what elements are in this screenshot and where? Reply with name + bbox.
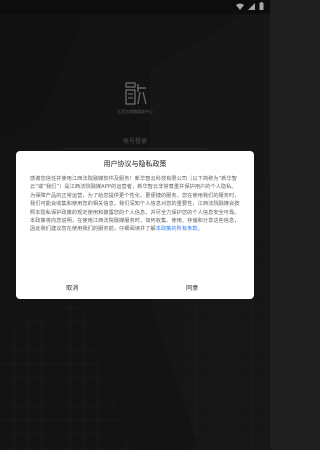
dialog-buttons: 取消 同意	[16, 277, 254, 299]
dialog-title: 用户协议与隐私政策	[103, 160, 167, 168]
cancel-button[interactable]: 取消	[66, 283, 78, 292]
privacy-dialog: 用户协议与隐私政策 感谢您信任并使用江西法院融媒软件及服务！新华智云科技有限公司…	[16, 151, 254, 299]
policy-link[interactable]: 本政策的所有条款。	[156, 226, 203, 232]
dialog-body-text: 感谢您信任并使用江西法院融媒软件及服务！新华智云科技有限公司（以下简称为“新华智…	[30, 176, 240, 233]
dialog-body: 感谢您信任并使用江西法院融媒软件及服务！新华智云科技有限公司（以下简称为“新华智…	[30, 175, 240, 234]
agree-button[interactable]: 同意	[186, 283, 198, 292]
